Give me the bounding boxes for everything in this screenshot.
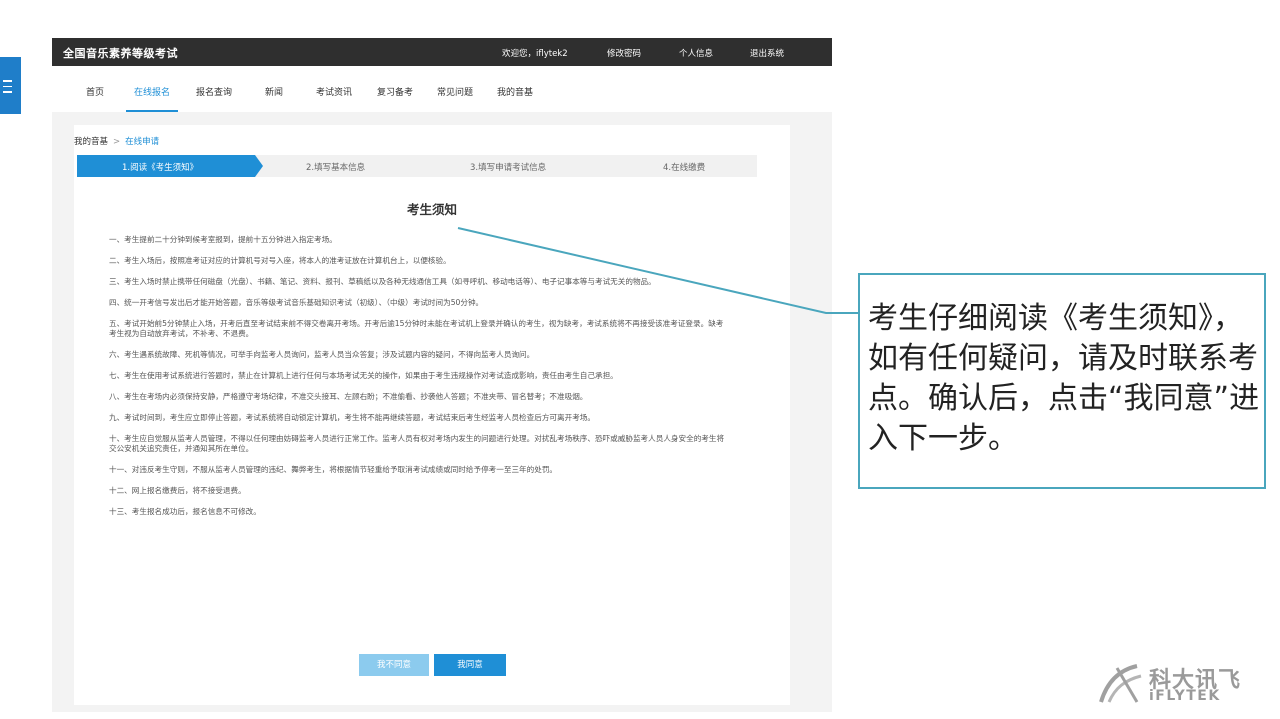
- notice-title: 考生须知: [406, 202, 457, 217]
- rule-item: 三、考生入场时禁止携带任何磁盘（光盘）、书籍、笔记、资料、报刊、草稿纸以及各种无…: [109, 277, 656, 286]
- app-title: 全国音乐素养等级考试: [63, 47, 178, 60]
- main-nav: 首页 在线报名 报名查询 新闻 考试资讯 复习备考 常见问题 我的音基: [52, 66, 832, 112]
- nav-faq[interactable]: 常见问题: [437, 85, 473, 98]
- breadcrumb: 我的音基 > 在线申请: [74, 135, 159, 147]
- progress-steps: 1.阅读《考生须知》 2.填写基本信息 3.填写申请考试信息 4.在线缴费: [77, 155, 757, 177]
- rule-item: 八、考生在考场内必须保持安静，严格遵守考场纪律，不准交头接耳、左顾右盼；不准偷看…: [109, 392, 588, 401]
- rule-item: 十一、对违反考生守则，不服从监考人员管理的违纪、舞弊考生，将根据情节轻重给予取消…: [109, 465, 558, 474]
- rule-item: 六、考生遇系统故障、死机等情况，可举手向监考人员询问，监考人员当众答复；涉及试题…: [109, 350, 535, 359]
- step-2: 2.填写基本信息: [306, 163, 366, 173]
- rule-item: 五、考试开始前5分钟禁止入场，开考后直至考试结束前不得交卷离开考场。开考后逾15…: [109, 319, 724, 338]
- rule-item: 七、考生在使用考试系统进行答题时，禁止在计算机上进行任何与本场考试无关的操作，如…: [109, 371, 618, 380]
- rule-item: 一、考生提前二十分钟到候考室报到，提前十五分钟进入指定考场。: [109, 235, 337, 244]
- step-4: 4.在线缴费: [663, 163, 706, 173]
- nav-home[interactable]: 首页: [86, 85, 104, 98]
- rule-item: 四、统一开考信号发出后才能开始答题，音乐等级考试音乐基础知识考试（初级）、（中级…: [109, 298, 484, 307]
- welcome-text: 欢迎您，iflytek2: [502, 49, 568, 59]
- iflytek-mark-icon: [1099, 664, 1142, 703]
- notice-rules: 一、考生提前二十分钟到候考室报到，提前十五分钟进入指定考场。 二、考生入场后，按…: [109, 235, 729, 528]
- breadcrumb-root[interactable]: 我的音基: [74, 137, 108, 147]
- breadcrumb-separator: >: [113, 137, 121, 147]
- nav-registration-query[interactable]: 报名查询: [196, 85, 232, 98]
- content-card: 我的音基 > 在线申请 1.阅读《考生须知》 2.填写基本信息 3.填写申请考试信息…: [74, 125, 790, 705]
- callout-box: 考生仔细阅读《考生须知》，如有任何疑问，请及时联系考点。确认后，点击“我同意”进…: [858, 273, 1266, 489]
- side-menu-tab[interactable]: [0, 57, 21, 114]
- logout-link[interactable]: 退出系统: [750, 47, 784, 59]
- top-bar: 全国音乐素养等级考试 欢迎您，iflytek2 修改密码 个人信息 退出系统: [52, 38, 832, 66]
- nav-my-music[interactable]: 我的音基: [497, 85, 533, 98]
- change-password-link[interactable]: 修改密码: [607, 47, 641, 59]
- rule-item: 十二、网上报名缴费后，将不接受退费。: [109, 486, 246, 495]
- nav-exam-info[interactable]: 考试资讯: [316, 85, 352, 98]
- nav-online-registration[interactable]: 在线报名: [134, 85, 170, 98]
- iflytek-logo: 科大讯飞 iFLYTEK: [1097, 662, 1257, 712]
- nav-review[interactable]: 复习备考: [377, 85, 413, 98]
- rule-item: 十、考生应自觉服从监考人员管理，不得以任何理由妨碍监考人员进行正常工作。监考人员…: [109, 434, 725, 453]
- callout-text: 考生仔细阅读《考生须知》，如有任何疑问，请及时联系考点。确认后，点击“我同意”进…: [868, 301, 1260, 456]
- active-tab-indicator: [126, 110, 178, 112]
- rule-item: 二、考生入场后，按照准考证对应的计算机号对号入座，将本人的准考证放在计算机台上，…: [109, 256, 451, 265]
- profile-link[interactable]: 个人信息: [679, 47, 713, 59]
- logo-en-text: iFLYTEK: [1149, 688, 1221, 704]
- disagree-button[interactable]: 我不同意: [359, 654, 429, 676]
- rule-item: 十三、考生报名成功后，报名信息不可修改。: [109, 507, 261, 516]
- hamburger-icon: [3, 80, 12, 97]
- agree-button[interactable]: 我同意: [434, 654, 506, 676]
- app-window: 全国音乐素养等级考试 欢迎您，iflytek2 修改密码 个人信息 退出系统 首…: [52, 38, 832, 712]
- step-1: 1.阅读《考生须知》: [122, 163, 199, 173]
- nav-news[interactable]: 新闻: [265, 85, 283, 98]
- rule-item: 九、考试时间到，考生应立即停止答题，考试系统将自动锁定计算机，考生将不能再继续答…: [109, 413, 595, 422]
- step-3: 3.填写申请考试信息: [470, 163, 547, 173]
- breadcrumb-current: 在线申请: [125, 137, 160, 147]
